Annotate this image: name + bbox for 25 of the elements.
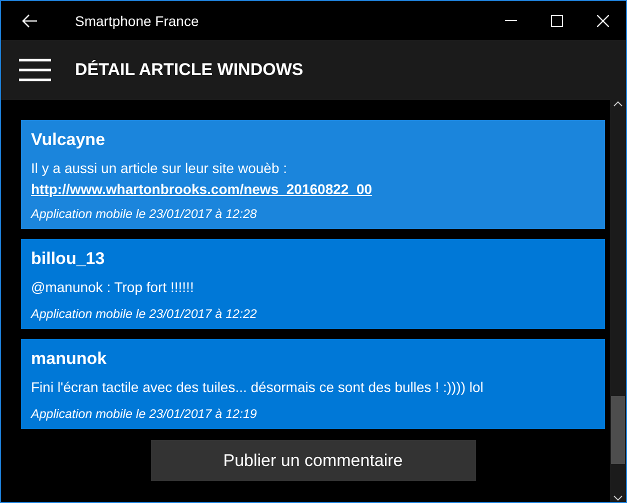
comment-card[interactable]: manunok Fini l'écran tactile avec des tuiles... désormais ce sont des bulles ! :)))) lol Application mobile le 23/01/2017 à 12:19 bbox=[21, 339, 605, 429]
window-title: Smartphone France bbox=[75, 12, 200, 28]
comment-author: manunok bbox=[31, 349, 108, 369]
publish-button[interactable]: Publier un commentaire bbox=[150, 440, 476, 481]
scrollbar[interactable] bbox=[610, 100, 626, 502]
minimize-icon[interactable] bbox=[505, 20, 517, 22]
scroll-up-icon[interactable] bbox=[613, 100, 623, 108]
comment-card[interactable]: Vulcayne Il y a aussi un article sur leur site wouèb : http://www.whartonbrooks.com/news_20160822_00 Application mobile le 23/01/2017 à 12:28 bbox=[21, 120, 605, 229]
comment-link[interactable]: http://www.whartonbrooks.com/news_20160822_00 bbox=[31, 181, 372, 197]
scroll-down-icon[interactable] bbox=[613, 494, 623, 502]
scrollbar-thumb[interactable] bbox=[611, 396, 625, 464]
comment-text: Il y a aussi un article sur leur site wouèb : bbox=[31, 159, 288, 178]
back-icon[interactable] bbox=[22, 14, 38, 28]
comment-card[interactable]: billou_13 @manunok : Trop fort !!!!!! Application mobile le 23/01/2017 à 12:22 bbox=[21, 239, 605, 329]
comment-meta: Application mobile le 23/01/2017 à 12:19 bbox=[31, 407, 258, 421]
maximize-icon[interactable] bbox=[551, 14, 563, 26]
close-icon[interactable] bbox=[597, 14, 609, 26]
comment-author: billou_13 bbox=[31, 249, 106, 269]
menu-icon[interactable] bbox=[19, 58, 51, 82]
comment-text: Fini l'écran tactile avec des tuiles... désormais ce sont des bulles ! :)))) lol bbox=[31, 378, 484, 397]
comment-meta: Application mobile le 23/01/2017 à 12:28 bbox=[31, 207, 258, 221]
comment-author: Vulcayne bbox=[31, 130, 106, 150]
page-title: DÉTAIL ARTICLE WINDOWS bbox=[75, 60, 304, 80]
comment-text: @manunok : Trop fort !!!!!! bbox=[31, 278, 195, 297]
comment-meta: Application mobile le 23/01/2017 à 12:22 bbox=[31, 307, 258, 321]
